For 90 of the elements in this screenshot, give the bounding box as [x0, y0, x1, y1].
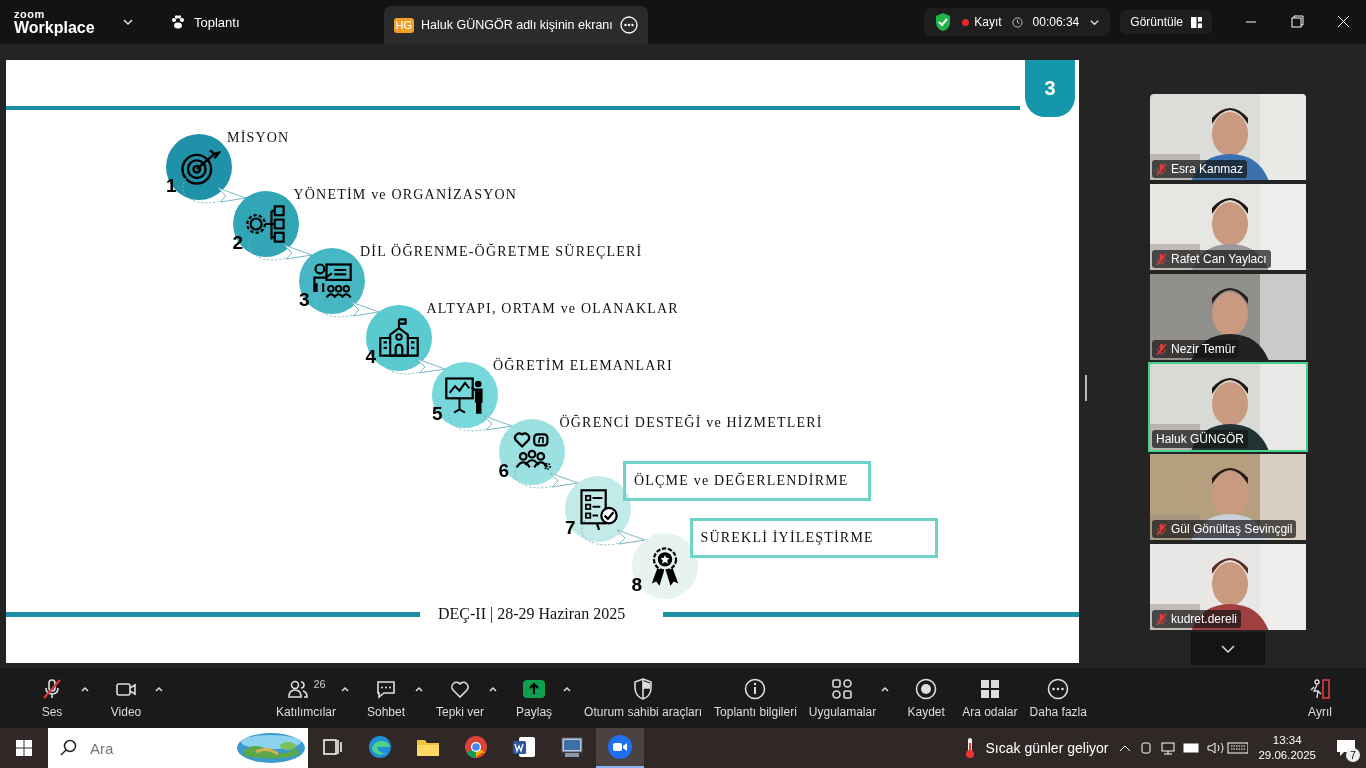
highlighted-label: ÖLÇME ve DEĞERLENDİRME: [623, 461, 871, 501]
video-tile[interactable]: Nezir Temür: [1148, 272, 1308, 362]
computer-icon: [559, 734, 585, 760]
info-icon: [743, 677, 768, 701]
caret-up-icon[interactable]: [562, 684, 573, 694]
toolbar-button[interactable]: Paylaş: [510, 676, 559, 719]
caret-up-icon[interactable]: [154, 684, 164, 694]
step-label: DİL ÖĞRENME-ÖĞRETME SÜREÇLERİ: [360, 244, 643, 260]
toolbar-button[interactable]: Sohbet: [362, 676, 410, 719]
splitter-handle[interactable]: [1085, 375, 1087, 401]
taskbar-app[interactable]: [596, 728, 644, 768]
gear-chart-icon: [243, 202, 288, 246]
video-tile[interactable]: kudret.dereli: [1148, 542, 1308, 632]
search-field[interactable]: Ara: [48, 728, 308, 768]
step-label: MİSYON: [227, 130, 290, 146]
toolbar-button[interactable]: Daha fazla: [1029, 676, 1087, 719]
slide-footer: DEÇ-II | 28-29 Haziran 2025: [438, 605, 626, 623]
participant-name: kudret.dereli: [1171, 612, 1238, 626]
step-label: ÖĞRENCİ DESTEĞİ ve HİZMETLERİ: [559, 415, 823, 431]
notification-count: 7: [1346, 748, 1360, 762]
video-tile[interactable]: Gül Gönültaş Sevinçgil: [1148, 452, 1308, 542]
caret-up-icon[interactable]: [340, 684, 350, 694]
share-tab[interactable]: HG Haluk GÜNGÖR adlı kişinin ekranı: [383, 6, 648, 44]
browser-icon: [367, 734, 393, 760]
search-icon: [60, 739, 78, 757]
caret-up-icon[interactable]: [880, 684, 891, 694]
initials-badge: HG: [393, 17, 415, 33]
caret-up-icon[interactable]: [414, 684, 424, 694]
view-button[interactable]: Görüntüle: [1120, 10, 1212, 34]
more-icon[interactable]: [619, 16, 638, 34]
chevron-down-icon: [1221, 643, 1235, 654]
elapsed-time: 00:06:34: [1032, 15, 1080, 29]
windows-icon: [16, 740, 32, 756]
recording-dot: [962, 18, 970, 26]
toolbar-button[interactable]: Oturum sahibi araçları: [584, 676, 703, 719]
record-icon: [914, 677, 939, 701]
leave-icon: [1308, 677, 1332, 701]
toolbar-button[interactable]: Ara odalar: [962, 676, 1018, 719]
system-tray-icons[interactable]: [1118, 740, 1249, 756]
paw-icon: [170, 14, 186, 30]
toolbar-button[interactable]: Uygulamalar: [808, 676, 877, 719]
toolbar-button[interactable]: Ses: [28, 676, 76, 719]
clock-date: 29.06.2025: [1258, 748, 1316, 763]
toolbar-button[interactable]: Tepki ver: [436, 676, 485, 719]
chevron-down-icon[interactable]: [122, 16, 134, 28]
page-number: 3: [1025, 60, 1075, 117]
more-icon: [1046, 677, 1071, 701]
participant-count: 26: [313, 678, 326, 690]
browser-icon: [463, 734, 489, 760]
caret-up-icon[interactable]: [80, 684, 90, 694]
clock-icon: [1011, 16, 1023, 28]
toolbar-button[interactable]: 26 Katılımcılar: [276, 676, 336, 719]
step-number: 5: [432, 403, 443, 425]
share-tab-label: Haluk GÜNGÖR adlı kişinin ekranı: [421, 18, 613, 32]
weather-text: Sıcak günler geliyor: [985, 740, 1109, 756]
toolbar-button[interactable]: Video: [102, 676, 150, 719]
search-input[interactable]: Ara: [88, 738, 208, 758]
step-label: ÖĞRETİM ELEMANLARI: [493, 358, 673, 374]
participant-name: Gül Gönültaş Sevinçgil: [1171, 522, 1293, 536]
video-tile[interactable]: Haluk GÜNGÖR: [1148, 362, 1308, 452]
step-label: YÖNETİM ve ORGANİZASYON: [293, 187, 518, 203]
layout-icon: [1191, 16, 1202, 28]
document-icon: [511, 734, 537, 760]
toolbar-button[interactable]: Kaydet: [902, 676, 951, 719]
product-name: Workplace: [14, 19, 96, 36]
caret-up-icon[interactable]: [488, 684, 499, 694]
shield-check-icon: [934, 12, 953, 32]
recording-label: Kayıt: [974, 15, 1002, 29]
step-number: 6: [498, 460, 510, 482]
video-tile[interactable]: Esra Kanmaz: [1148, 92, 1308, 182]
video-app-icon: [607, 734, 633, 760]
participant-name: Nezir Temür: [1171, 342, 1236, 356]
thermometer-icon: [965, 737, 976, 759]
participant-name: Haluk GÜNGÖR: [1156, 432, 1244, 446]
apps-icon: [830, 677, 855, 701]
highlighted-label: SÜREKLİ İYİLEŞTİRME: [689, 518, 938, 558]
toolbar-button[interactable]: Toplantı bilgileri: [714, 676, 797, 719]
participant-name: Esra Kanmaz: [1171, 162, 1244, 176]
step-number: 8: [631, 574, 643, 596]
participant-name: Rafet Can Yaylacı: [1171, 252, 1267, 266]
school-icon: [376, 316, 421, 360]
step-label: ALTYAPI, ORTAM ve OLANAKLAR: [426, 301, 679, 317]
clock-time: 13:34: [1272, 733, 1302, 748]
meeting-menu[interactable]: Toplantı: [166, 10, 244, 34]
video-tile[interactable]: Rafet Can Yaylacı: [1148, 182, 1308, 272]
step-number: 7: [565, 517, 576, 539]
brand-name: zoom: [14, 8, 46, 20]
share-screen-icon: [522, 677, 547, 701]
toolbar-button[interactable]: Ayrıl: [1296, 676, 1344, 719]
notifications-button[interactable]: 7: [1326, 728, 1366, 768]
